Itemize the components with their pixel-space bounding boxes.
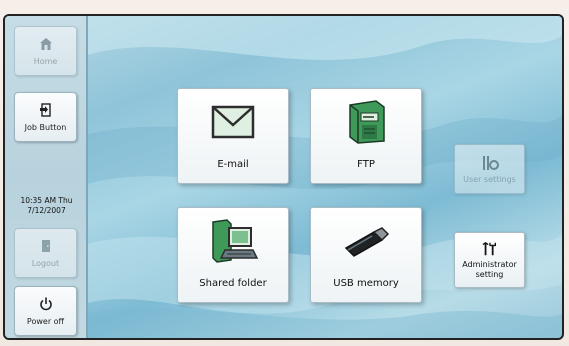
user-settings-icon [482, 155, 499, 170]
administrator-setting-label: Administrator setting [462, 260, 517, 280]
home-button[interactable]: Home [14, 26, 77, 76]
shared-folder-icon [212, 219, 259, 263]
power-off-button[interactable]: Power off [14, 286, 77, 336]
shared-folder-label: Shared folder [199, 278, 267, 289]
clock: 10:35 AM Thu 7/12/2007 [5, 196, 88, 216]
logout-button[interactable]: Logout [14, 228, 77, 278]
logout-icon [41, 240, 50, 252]
power-icon [39, 297, 52, 311]
ftp-server-icon [349, 100, 385, 144]
job-button-icon [39, 103, 51, 117]
envelope-icon [211, 105, 255, 139]
email-label: E-mail [217, 159, 249, 170]
home-icon [39, 38, 52, 50]
administrator-label-line1: Administrator [462, 259, 517, 269]
clock-time: 10:35 AM Thu [20, 196, 73, 205]
email-button[interactable]: E-mail [177, 88, 289, 184]
administrator-label-line2: setting [475, 269, 504, 279]
shared-folder-button[interactable]: Shared folder [177, 207, 289, 303]
power-off-label: Power off [26, 317, 65, 326]
usb-memory-button[interactable]: USB memory [310, 207, 422, 303]
administrator-setting-button[interactable]: Administrator setting [454, 232, 525, 288]
job-button-label: Job Button [24, 123, 67, 132]
logout-label: Logout [31, 259, 60, 268]
ftp-label: FTP [357, 159, 375, 170]
home-label: Home [33, 57, 58, 66]
user-settings-label: User settings [463, 174, 516, 184]
clock-date: 7/12/2007 [27, 206, 66, 215]
user-settings-button[interactable]: User settings [454, 144, 525, 194]
usb-drive-icon [344, 227, 390, 257]
job-button[interactable]: Job Button [14, 92, 77, 142]
sidebar: Home Job Button 10:35 AM Thu 7/12/2007 L… [5, 16, 88, 338]
main-screen: Home Job Button 10:35 AM Thu 7/12/2007 L… [3, 14, 564, 340]
administrator-tools-icon [482, 241, 496, 255]
ftp-button[interactable]: FTP [310, 88, 422, 184]
usb-memory-label: USB memory [333, 278, 399, 289]
